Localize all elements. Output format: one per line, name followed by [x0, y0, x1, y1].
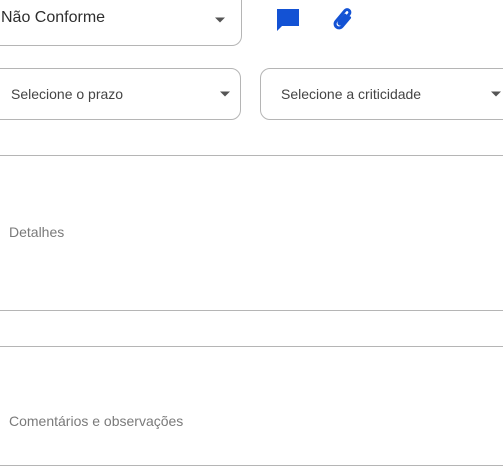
- chevron-down-icon: [491, 91, 501, 97]
- comments-textarea[interactable]: Comentários e observações: [0, 346, 503, 466]
- details-placeholder: Detalhes: [9, 224, 65, 240]
- attach-button[interactable]: [330, 5, 356, 35]
- comment-button[interactable]: [276, 8, 300, 32]
- comment-icon: [277, 9, 299, 31]
- details-textarea[interactable]: Detalhes: [0, 155, 503, 311]
- status-select[interactable]: Não Conforme: [0, 0, 242, 46]
- comments-placeholder: Comentários e observações: [9, 413, 184, 429]
- criticality-select-placeholder: Selecione a criticidade: [281, 86, 422, 102]
- criticality-select[interactable]: Selecione a criticidade: [260, 68, 503, 120]
- deadline-select[interactable]: Selecione o prazo: [0, 68, 241, 120]
- paperclip-icon: [333, 8, 352, 30]
- status-select-value: Não Conforme: [1, 9, 106, 26]
- deadline-select-placeholder: Selecione o prazo: [11, 86, 124, 102]
- chevron-down-icon: [215, 17, 225, 23]
- chevron-down-icon: [220, 91, 230, 97]
